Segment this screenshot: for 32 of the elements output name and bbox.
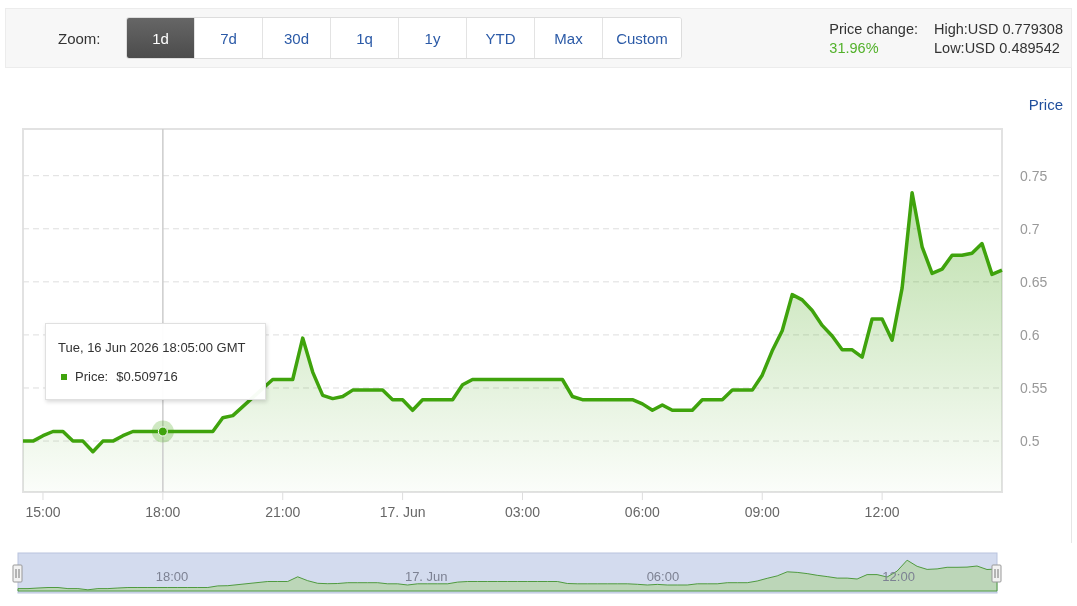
x-axis-label: 15:00 [25, 504, 61, 520]
navigator-handle[interactable] [991, 564, 1002, 583]
x-axis-label: 18:00 [145, 504, 181, 520]
axis-title: Price [1028, 96, 1063, 113]
navigator-axis-label: 06:00 [646, 569, 680, 584]
y-axis-label: 0.75 [1020, 167, 1048, 184]
navigator-axis-label: 12:00 [882, 569, 915, 584]
navigator-axis-label: 18:00 [155, 569, 189, 584]
x-axis-label: 21:00 [265, 504, 301, 520]
tooltip-series-label: Price: [75, 369, 109, 384]
tooltip-date: Tue, 16 Jun 2026 18:05:00 GMT [58, 340, 247, 355]
high-price: High:USD 0.779308 [934, 20, 1063, 37]
x-axis-label: 09:00 [744, 504, 780, 520]
tooltip-value: $0.509716 [116, 369, 178, 384]
x-axis-label: 17. Jun [379, 504, 426, 520]
x-axis-label: 06:00 [624, 504, 660, 520]
zoom-label: Zoom: [58, 29, 102, 47]
y-axis-label: 0.55 [1020, 380, 1048, 396]
y-axis-label: 0.6 [1020, 326, 1040, 343]
navigator-axis-label: 17. Jun [404, 569, 448, 584]
x-axis-label: 12:00 [864, 504, 900, 520]
y-axis-label: 0.5 [1020, 433, 1040, 450]
x-axis-label: 03:00 [504, 504, 540, 520]
navigator-handle[interactable] [12, 564, 23, 583]
y-axis-label: 0.65 [1020, 273, 1048, 290]
hover-marker [151, 420, 174, 443]
price-change-value: 31.96% [829, 39, 880, 56]
low-price: Low:USD 0.489542 [934, 39, 1061, 56]
price-change-label: Price change: [829, 20, 918, 37]
y-axis-label: 0.7 [1020, 220, 1040, 237]
series-marker-icon [61, 373, 67, 380]
zoom-range-button[interactable]: 1d [127, 18, 195, 58]
